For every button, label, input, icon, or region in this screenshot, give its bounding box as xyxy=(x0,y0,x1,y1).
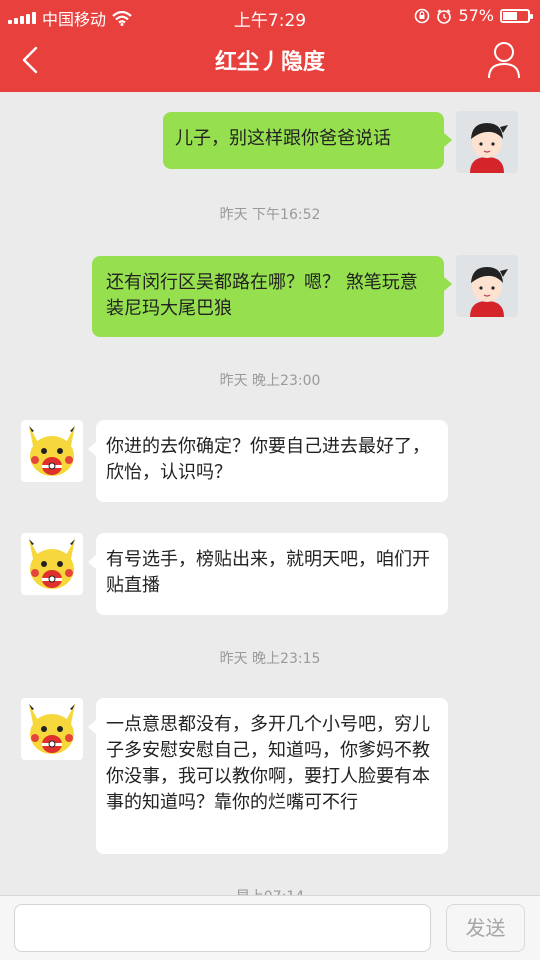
alarm-icon xyxy=(437,8,452,24)
message-text: 儿子，别这样跟你爸爸说话 xyxy=(175,128,391,149)
battery-icon xyxy=(500,8,533,23)
avatar-other[interactable] xyxy=(21,698,83,760)
message-bubble-received[interactable]: 有号选手，榜贴出来，就明天吧，咱们开贴直播 xyxy=(96,533,448,615)
pikachu-avatar-icon xyxy=(21,698,83,760)
nav-bar: 红尘丿隐度 xyxy=(0,30,540,92)
battery-fill xyxy=(503,11,517,20)
timestamp: 昨天 下午16:52 xyxy=(219,207,321,223)
rotation-lock-icon xyxy=(415,8,430,23)
status-bar: 中国移动 上午7:29 57% xyxy=(0,0,540,31)
bubble-tail xyxy=(443,276,452,292)
boy-avatar-icon xyxy=(456,111,518,173)
avatar-self[interactable] xyxy=(456,111,518,173)
message-bubble-received[interactable]: 一点意思都没有，多开几个小号吧，穷儿子多安慰安慰自己，知道吗，你爹妈不教你没事，… xyxy=(96,698,448,854)
status-right: 57% xyxy=(414,6,533,25)
timestamp: 早上07:14 xyxy=(0,886,540,895)
message-bubble-sent[interactable]: 儿子，别这样跟你爸爸说话 xyxy=(163,112,444,169)
message-text: 还有闵行区吴都路在哪？嗯？ 煞笔玩意装尼玛大尾巴狼 xyxy=(106,272,418,319)
battery-percent: 57% xyxy=(458,6,494,25)
page-title: 红尘丿隐度 xyxy=(214,50,325,75)
timestamp: 昨天 晚上23:15 xyxy=(219,651,321,667)
chat-area[interactable]: 儿子，别这样跟你爸爸说话 昨天 下午16:52 还有闵行区吴都路在哪？嗯？ 煞笔… xyxy=(0,92,540,895)
person-icon[interactable] xyxy=(486,40,522,80)
message-bubble-sent[interactable]: 还有闵行区吴都路在哪？嗯？ 煞笔玩意装尼玛大尾巴狼 xyxy=(92,256,444,337)
bubble-tail xyxy=(443,132,452,148)
top-bar: 中国移动 上午7:29 57% 红尘丿隐度 xyxy=(0,0,540,92)
avatar-self[interactable] xyxy=(456,255,518,317)
message-text: 一点意思都没有，多开几个小号吧，穷儿子多安慰安慰自己，知道吗，你爹妈不教你没事，… xyxy=(106,714,430,813)
message-text: 你进的去你确定？你要自己进去最好了，欣怡，认识吗？ xyxy=(106,436,430,483)
avatar-other[interactable] xyxy=(21,420,83,482)
message-bubble-received[interactable]: 你进的去你确定？你要自己进去最好了，欣怡，认识吗？ xyxy=(96,420,448,502)
send-button[interactable]: 发送 xyxy=(446,904,525,952)
boy-avatar-icon xyxy=(456,255,518,317)
avatar-other[interactable] xyxy=(21,533,83,595)
message-input[interactable] xyxy=(14,904,431,952)
timestamp: 昨天 晚上23:00 xyxy=(219,373,321,389)
input-bar: 发送 xyxy=(0,895,540,960)
message-text: 有号选手，榜贴出来，就明天吧，咱们开贴直播 xyxy=(106,549,430,596)
pikachu-avatar-icon xyxy=(21,533,83,595)
pikachu-avatar-icon xyxy=(21,420,83,482)
